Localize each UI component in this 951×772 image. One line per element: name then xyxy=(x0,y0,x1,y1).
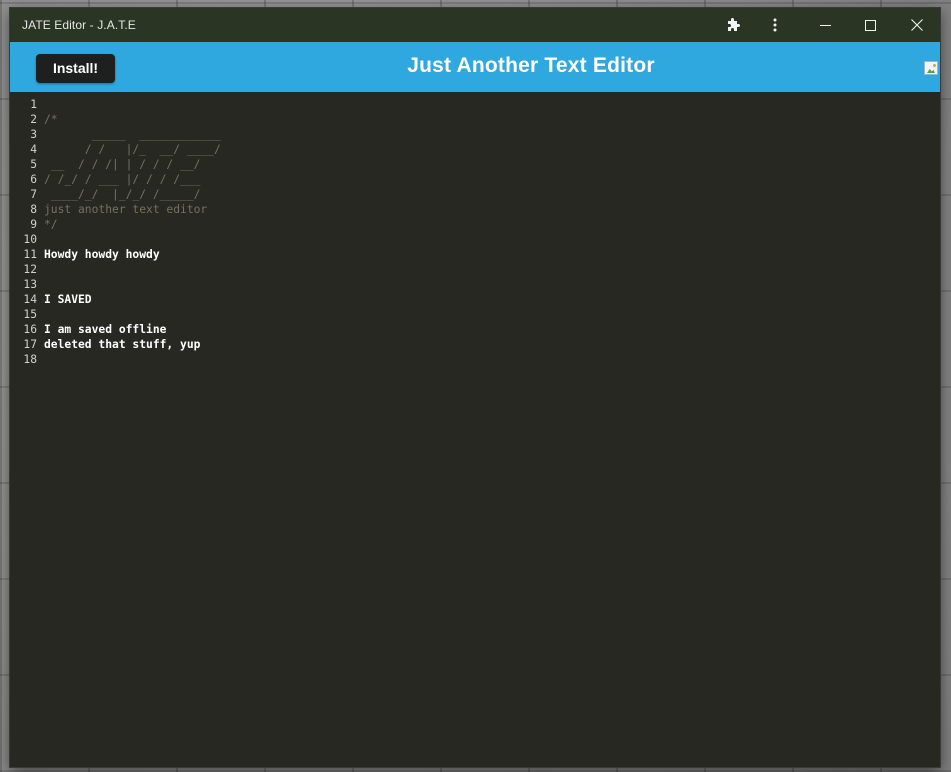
line-text[interactable]: Howdy howdy howdy xyxy=(44,247,160,262)
title-bar[interactable]: JATE Editor - J.A.T.E xyxy=(10,8,940,42)
line-number: 5 xyxy=(30,158,37,171)
line-text[interactable]: */ xyxy=(44,217,58,232)
line-number: 3 xyxy=(30,128,37,141)
line-text[interactable]: _____ ____________ xyxy=(44,127,221,142)
editor-line[interactable]: 10 xyxy=(10,232,940,247)
line-number: 12 xyxy=(23,263,37,276)
line-text[interactable]: __ / / /| | / / / __/ xyxy=(44,157,201,172)
line-text[interactable]: ____/_/ |_/_/ /_____/ xyxy=(44,187,201,202)
puzzle-icon[interactable] xyxy=(722,8,746,42)
close-icon[interactable] xyxy=(902,8,932,42)
line-text[interactable]: just another text editor xyxy=(44,202,207,217)
editor-line[interactable]: 7 ____/_/ |_/_/ /_____/ xyxy=(10,187,940,202)
minimize-icon[interactable] xyxy=(810,8,840,42)
line-number: 10 xyxy=(23,233,37,246)
editor-line[interactable]: 12 xyxy=(10,262,940,277)
line-text[interactable]: I SAVED xyxy=(44,292,92,307)
line-text[interactable]: / / |/_ __/ ____/ xyxy=(44,142,221,157)
line-number: 15 xyxy=(23,308,37,321)
line-number: 11 xyxy=(23,248,37,261)
editor-line[interactable]: 1 xyxy=(10,97,940,112)
editor-line[interactable]: 13 xyxy=(10,277,940,292)
line-number: 6 xyxy=(30,173,37,186)
editor-line[interactable]: 14 I SAVED xyxy=(10,292,940,307)
app-header: Install! Just Another Text Editor xyxy=(10,42,940,92)
line-number: 9 xyxy=(30,218,37,231)
line-number: 16 xyxy=(23,323,37,336)
line-text[interactable]: I am saved offline xyxy=(44,322,166,337)
line-number: 7 xyxy=(30,188,37,201)
line-number: 4 xyxy=(30,143,37,156)
editor-line[interactable]: 6 / /_/ / ___ |/ / / /___ xyxy=(10,172,940,187)
line-text[interactable]: / /_/ / ___ |/ / / /___ xyxy=(44,172,200,187)
line-number: 8 xyxy=(30,203,37,216)
broken-image-icon xyxy=(924,61,938,75)
line-number: 13 xyxy=(23,278,37,291)
editor-line[interactable]: 16 I am saved offline xyxy=(10,322,940,337)
editor-line[interactable]: 3 _____ ____________ xyxy=(10,127,940,142)
editor-line[interactable]: 8 just another text editor xyxy=(10,202,940,217)
editor-line[interactable]: 9 */ xyxy=(10,217,940,232)
editor-line[interactable]: 5 __ / / /| | / / / __/ xyxy=(10,157,940,172)
editor-line[interactable]: 18 xyxy=(10,352,940,367)
app-title: Just Another Text Editor xyxy=(10,54,940,78)
app-title-text: Just Another Text Editor xyxy=(407,54,655,77)
window-title: JATE Editor - J.A.T.E xyxy=(22,18,136,32)
maximize-icon[interactable] xyxy=(855,8,885,42)
app-window: JATE Editor - J.A.T.E Install! Just Anot… xyxy=(10,8,940,767)
editor-line[interactable]: 15 xyxy=(10,307,940,322)
more-vertical-icon[interactable] xyxy=(764,8,786,42)
editor-line[interactable]: 2 /* xyxy=(10,112,940,127)
editor-line[interactable]: 11 Howdy howdy howdy xyxy=(10,247,940,262)
line-number: 17 xyxy=(23,338,37,351)
line-number: 1 xyxy=(30,98,37,111)
line-number: 2 xyxy=(30,113,37,126)
line-number: 18 xyxy=(23,353,37,366)
line-number: 14 xyxy=(23,293,37,306)
editor-line[interactable]: 17 deleted that stuff, yup xyxy=(10,337,940,352)
editor-line[interactable]: 4 / / |/_ __/ ____/ xyxy=(10,142,940,157)
line-text[interactable]: deleted that stuff, yup xyxy=(44,337,200,352)
line-text[interactable]: /* xyxy=(44,112,58,127)
code-editor[interactable]: 1 2/* 3 _____ ____________ 4 / / |/_ __/ __… xyxy=(10,92,940,767)
